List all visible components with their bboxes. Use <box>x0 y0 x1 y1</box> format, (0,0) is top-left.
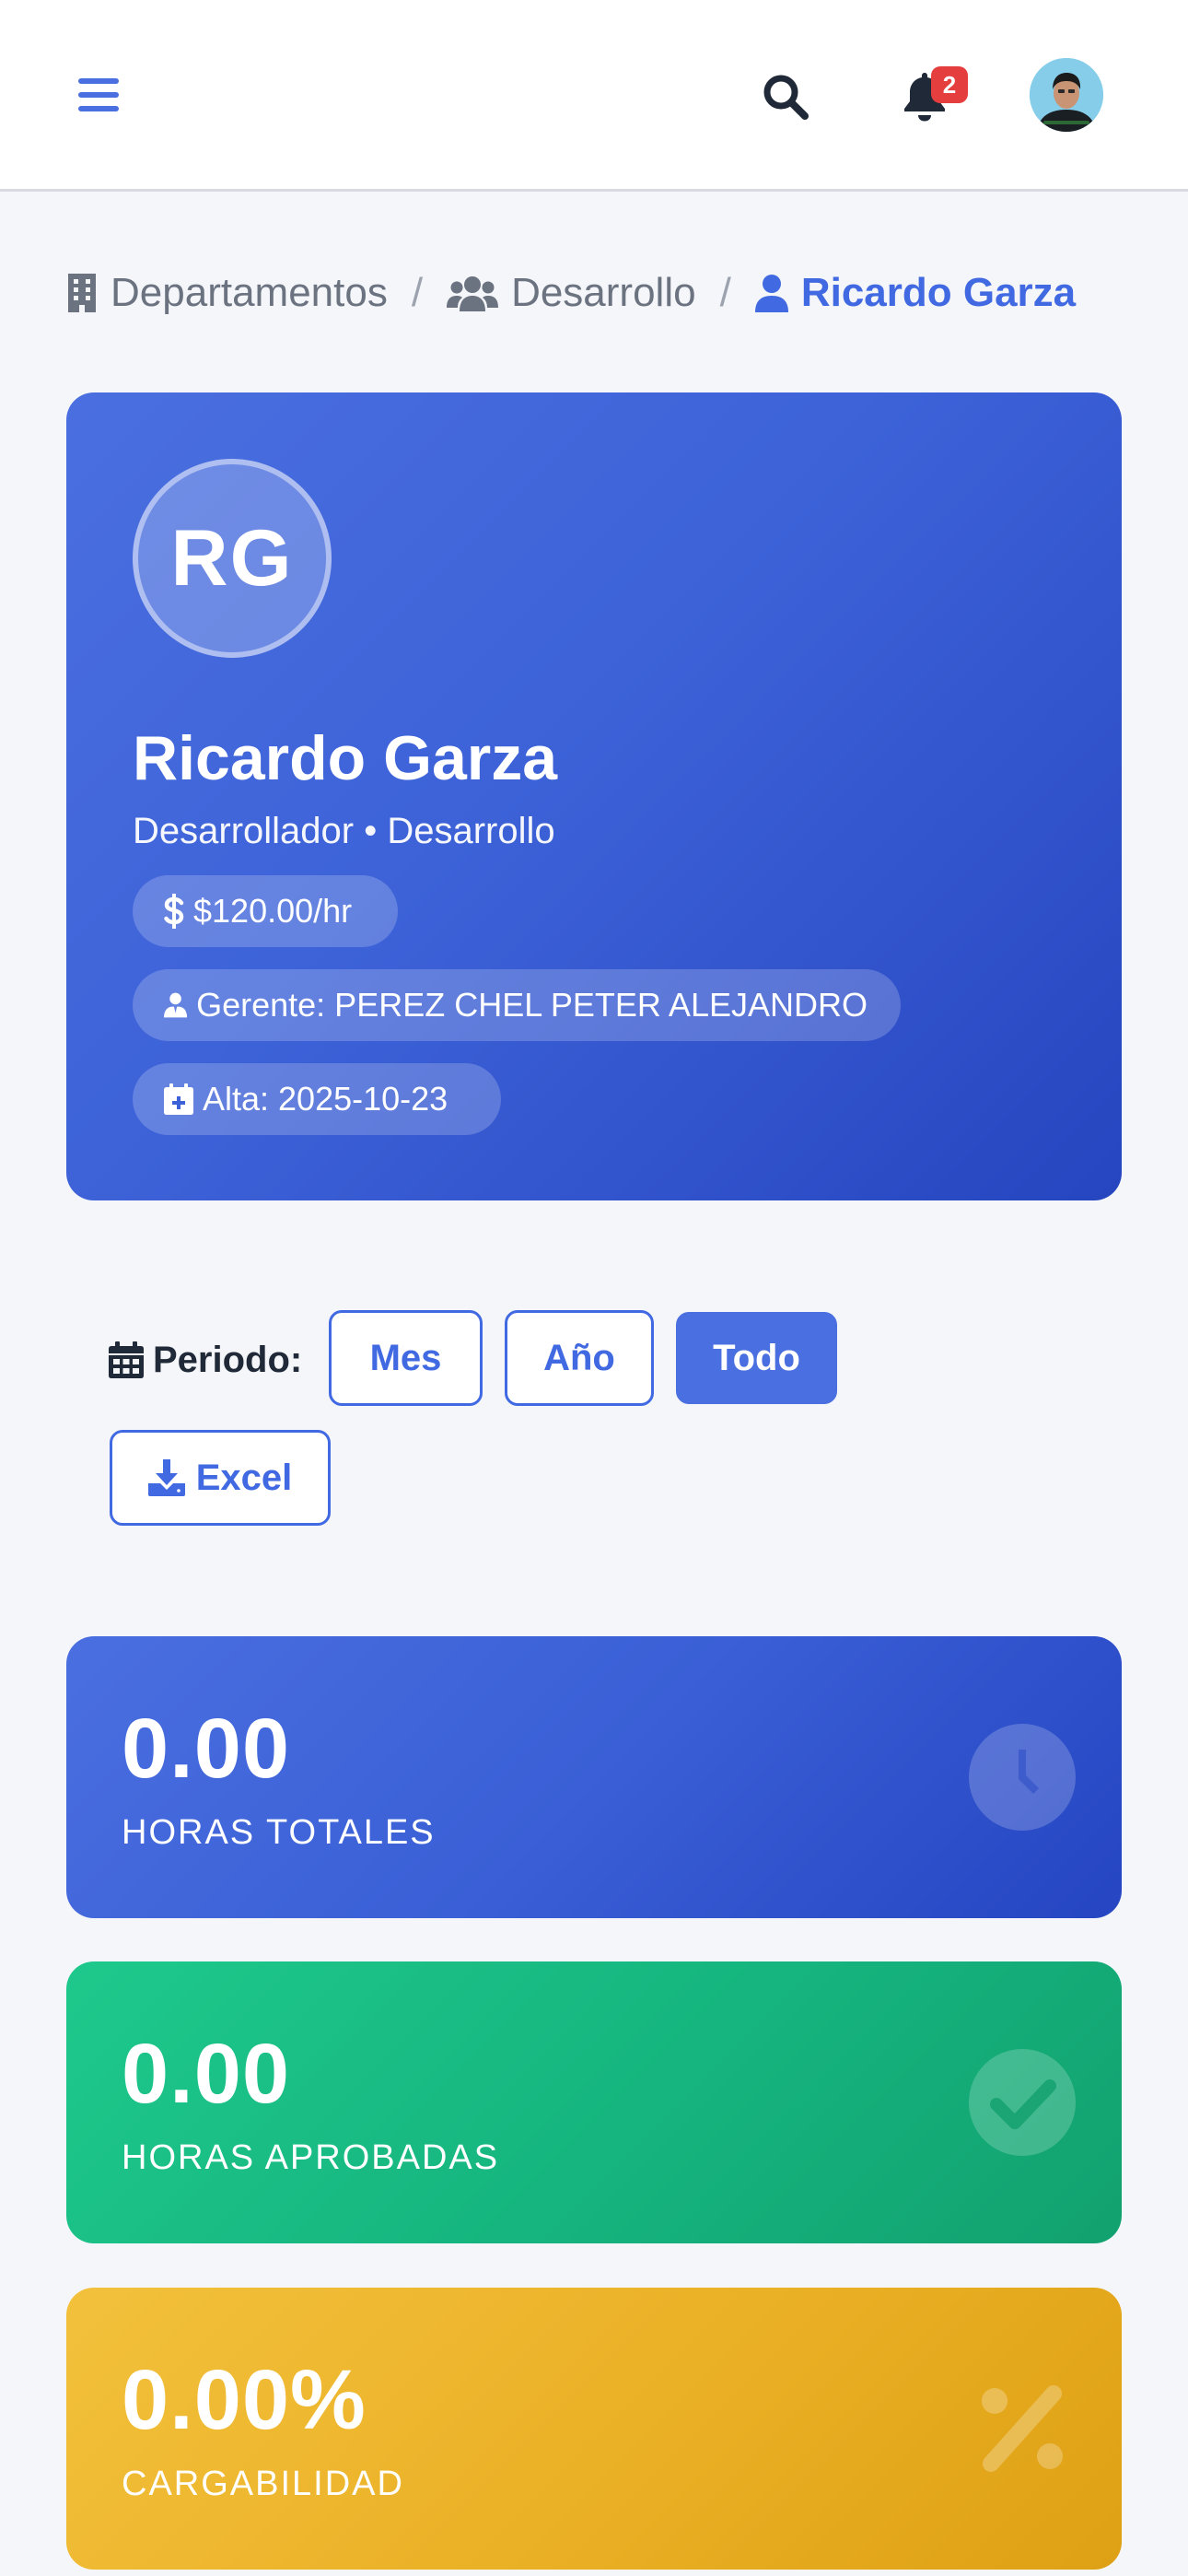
breadcrumb-label: Departamentos <box>111 270 388 315</box>
user-avatar[interactable] <box>1030 58 1103 132</box>
stat-value: 0.00 <box>122 1702 291 1796</box>
user-tie-icon <box>164 992 188 1018</box>
top-navbar: 2 <box>0 0 1188 192</box>
stat-value: 0.00% <box>122 2353 367 2447</box>
export-excel-label: Excel <box>195 1457 293 1498</box>
calendar-icon <box>109 1341 144 1378</box>
search-button[interactable] <box>753 66 818 127</box>
download-icon <box>147 1459 185 1496</box>
breadcrumb-departamentos[interactable]: Departamentos <box>66 270 388 316</box>
user-icon <box>754 275 788 312</box>
period-label-text: Periodo: <box>153 1339 303 1380</box>
menu-button[interactable] <box>72 72 125 118</box>
hourly-rate-text: $120.00/hr <box>193 892 353 930</box>
stat-label: HORAS TOTALES <box>122 1813 436 1852</box>
manager-pill: Gerente: PEREZ CHEL PETER ALEJANDRO <box>133 969 901 1041</box>
users-icon <box>447 276 499 311</box>
dollar-icon <box>164 894 184 929</box>
stat-label: CARGABILIDAD <box>122 2465 404 2503</box>
stat-label: HORAS APROBADAS <box>122 2138 500 2177</box>
bars-icon <box>78 78 119 111</box>
breadcrumb-label: Desarrollo <box>511 270 696 315</box>
export-excel-button[interactable]: Excel <box>110 1430 331 1526</box>
clock-icon <box>969 1724 1076 1831</box>
employee-role: Desarrollador • Desarrollo <box>133 811 555 851</box>
hire-date-text: Alta: 2025-10-23 <box>203 1080 448 1118</box>
breadcrumb-desarrollo[interactable]: Desarrollo <box>447 270 696 316</box>
period-label: Periodo: <box>109 1332 302 1388</box>
employee-profile-card: RG Ricardo Garza Desarrollador • Desarro… <box>66 392 1122 1200</box>
breadcrumb-label: Ricardo Garza <box>800 270 1077 315</box>
employee-name: Ricardo Garza <box>133 723 558 793</box>
period-all-button[interactable]: Todo <box>676 1312 837 1404</box>
stat-card-approved-hours: 0.00 HORAS APROBADAS <box>66 1961 1122 2243</box>
breadcrumb: Departamentos / Desarrollo / Ricardo Gar… <box>66 265 1135 321</box>
breadcrumb-current-employee: Ricardo Garza <box>754 270 1077 316</box>
period-year-button[interactable]: Año <box>505 1310 654 1406</box>
hourly-rate-pill: $120.00/hr <box>133 875 398 947</box>
hire-date-pill: Alta: 2025-10-23 <box>133 1063 501 1135</box>
breadcrumb-separator: / <box>719 270 731 315</box>
stat-card-chargeability: 0.00% CARGABILIDAD <box>66 2288 1122 2570</box>
stat-value: 0.00 <box>122 2027 291 2121</box>
calendar-plus-icon <box>164 1083 193 1115</box>
stat-card-total-hours: 0.00 HORAS TOTALES <box>66 1636 1122 1918</box>
search-icon <box>763 75 809 120</box>
breadcrumb-separator: / <box>411 270 424 315</box>
percent-icon <box>982 2385 1063 2472</box>
employee-initials-avatar: RG <box>133 459 332 658</box>
notification-count-badge: 2 <box>931 66 968 103</box>
check-circle-icon <box>969 2049 1076 2156</box>
manager-text: Gerente: PEREZ CHEL PETER ALEJANDRO <box>196 986 868 1024</box>
user-photo <box>1030 58 1103 132</box>
period-month-button[interactable]: Mes <box>329 1310 483 1406</box>
building-icon <box>68 274 96 312</box>
